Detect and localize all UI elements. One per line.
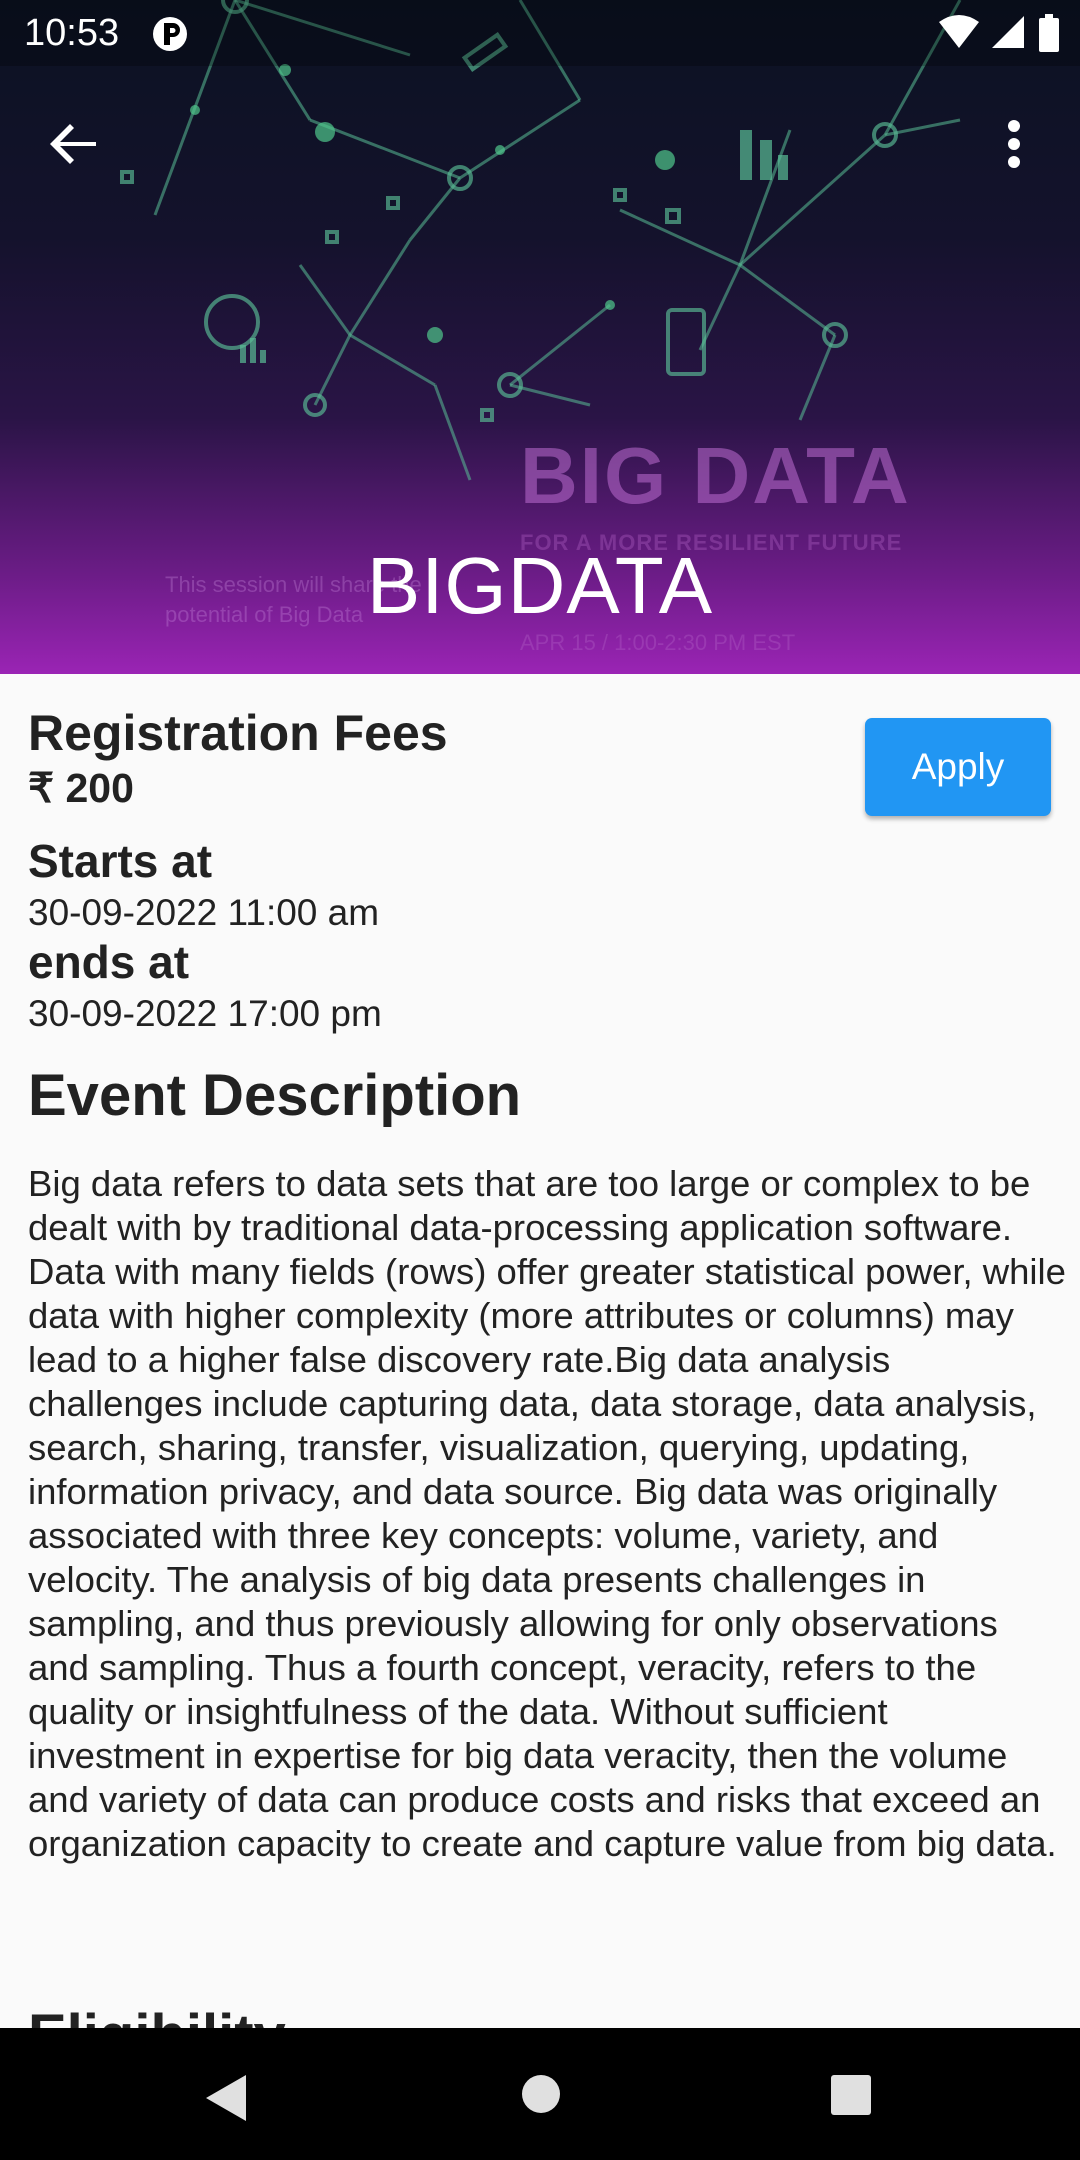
registration-fees-label: Registration Fees xyxy=(28,705,448,761)
status-icons xyxy=(939,14,1060,52)
cellular-signal-icon xyxy=(991,16,1024,48)
app-notification-icon xyxy=(150,14,190,59)
system-navigation-bar xyxy=(0,2028,1080,2160)
event-banner: BIG DATA FOR A MORE RESILIENT FUTURE APR… xyxy=(0,0,1080,674)
nav-recents-icon[interactable] xyxy=(829,2073,873,2122)
more-vertical-icon xyxy=(1008,120,1020,168)
banner-date: APR 15 / 1:00-2:30 PM EST xyxy=(520,630,796,655)
more-options-button[interactable] xyxy=(996,112,1036,176)
status-bar: 10:53 xyxy=(0,0,1080,66)
nav-back-icon[interactable] xyxy=(202,2073,250,2128)
banner-logo-text: BIG DATA xyxy=(520,431,911,520)
ends-at-value: 30-09-2022 17:00 pm xyxy=(28,993,382,1034)
event-description-text: Big data refers to data sets that are to… xyxy=(28,1163,1066,1864)
nav-home-icon[interactable] xyxy=(520,2073,562,2120)
wifi-icon xyxy=(939,15,980,48)
status-time: 10:53 xyxy=(24,12,120,54)
apply-button[interactable]: Apply xyxy=(865,718,1051,816)
back-button[interactable] xyxy=(44,112,108,176)
starts-at-value: 30-09-2022 11:00 am xyxy=(28,892,380,933)
ends-at-label: ends at xyxy=(28,936,190,988)
event-title: BIGDATA xyxy=(366,541,714,630)
event-description-heading: Event Description xyxy=(28,1063,522,1128)
arrow-left-icon xyxy=(50,124,96,164)
battery-icon xyxy=(1039,14,1059,52)
starts-at-label: Starts at xyxy=(28,835,213,887)
registration-fee-value: ₹ 200 xyxy=(28,765,134,811)
